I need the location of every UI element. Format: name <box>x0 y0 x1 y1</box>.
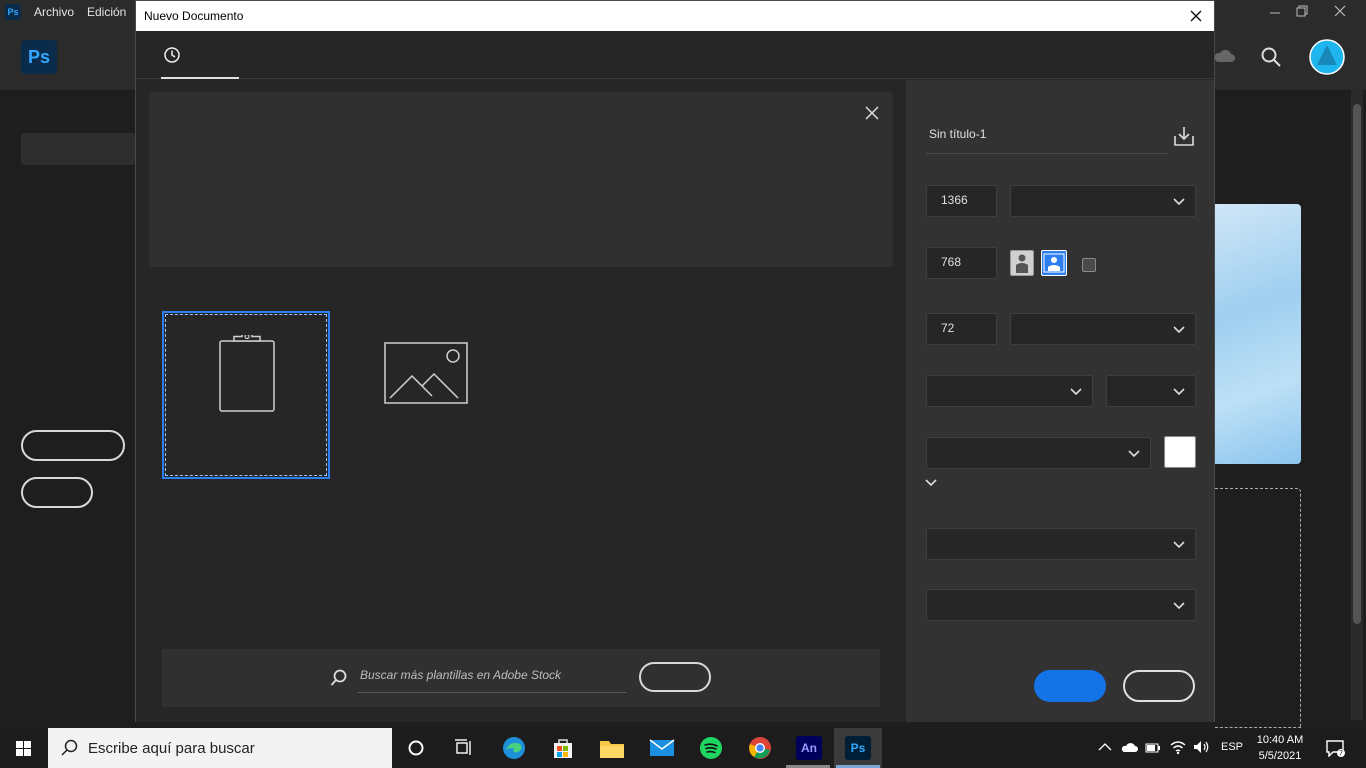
sidebar-search-field[interactable] <box>21 133 135 165</box>
wifi-icon[interactable] <box>1169 739 1187 755</box>
file-explorer-icon[interactable] <box>598 734 626 762</box>
animate-label: An <box>796 736 822 760</box>
search-icon <box>330 669 347 686</box>
close-panel-icon[interactable] <box>865 106 879 120</box>
edge-icon[interactable] <box>500 734 528 762</box>
restore-icon[interactable] <box>1295 4 1309 18</box>
photoshop-taskbar-icon[interactable]: Ps <box>844 734 872 762</box>
width-unit-dropdown[interactable] <box>1010 185 1196 217</box>
menu-edicion[interactable]: Edición <box>87 5 126 19</box>
windows-taskbar: Escribe aquí para buscar An Ps ESP 10:40… <box>0 728 1366 768</box>
menu-archivo[interactable]: Archivo <box>34 5 74 19</box>
windows-start-icon[interactable] <box>0 728 48 768</box>
avatar[interactable] <box>1309 39 1345 75</box>
background-color-swatch[interactable] <box>1164 436 1196 468</box>
cortana-icon[interactable] <box>402 734 430 762</box>
taskbar-search-placeholder: Escribe aquí para buscar <box>88 740 255 757</box>
stock-search-bar: Buscar más plantillas en Adobe Stock <box>162 649 880 707</box>
person-icon <box>1043 253 1065 273</box>
dialog-presets-area: Buscar más plantillas en Adobe Stock <box>136 80 906 722</box>
preset-details-panel: Sin título-1 1366 768 72 <box>906 80 1214 722</box>
clock-time: 10:40 AM <box>1256 734 1304 746</box>
recent-panel <box>149 92 893 267</box>
resolution-unit-dropdown[interactable] <box>1010 313 1196 345</box>
chevron-down-icon <box>1173 326 1185 334</box>
chevron-down-icon <box>1173 541 1185 549</box>
ps-home-sidebar <box>0 90 135 720</box>
create-button[interactable] <box>1034 670 1106 702</box>
chevron-down-icon <box>1128 450 1140 458</box>
system-clock[interactable]: 10:40 AM 5/5/2021 <box>1251 732 1309 764</box>
photoshop-mini-logo: Ps <box>5 4 21 20</box>
store-icon[interactable] <box>549 734 577 762</box>
search-icon[interactable] <box>1260 46 1282 68</box>
sidebar-pill-button-small[interactable] <box>21 477 93 508</box>
volume-icon[interactable] <box>1192 739 1210 755</box>
new-document-dialog: Nuevo Documento Buscar más plantillas en… <box>135 0 1215 722</box>
stock-search-button[interactable] <box>639 662 711 692</box>
pixel-aspect-dropdown[interactable] <box>926 589 1196 621</box>
ps-home-recent-area <box>1215 90 1366 728</box>
color-mode-dropdown[interactable] <box>926 375 1093 407</box>
landscape-orientation-button[interactable] <box>1041 250 1067 276</box>
recent-file-thumbnail[interactable] <box>1215 204 1301 464</box>
advanced-options-chevron-icon[interactable] <box>924 478 938 488</box>
bit-depth-dropdown[interactable] <box>1106 375 1196 407</box>
image-preset-icon[interactable] <box>384 342 468 404</box>
save-preset-icon[interactable] <box>1172 124 1196 148</box>
color-profile-dropdown[interactable] <box>926 528 1196 560</box>
scrollbar[interactable] <box>1351 90 1363 720</box>
chevron-down-icon <box>1070 388 1082 396</box>
photoshop-label: Ps <box>845 736 871 760</box>
taskbar-search-box[interactable]: Escribe aquí para buscar <box>48 728 392 768</box>
close-app-icon[interactable] <box>1333 4 1347 18</box>
photoshop-logo: Ps <box>21 40 57 74</box>
scrollbar-thumb[interactable] <box>1353 104 1361 624</box>
svg-text:7: 7 <box>1339 751 1343 758</box>
stock-search-input[interactable]: Buscar más plantillas en Adobe Stock <box>357 661 627 693</box>
height-field[interactable]: 768 <box>926 247 997 279</box>
dialog-titlebar: Nuevo Documento <box>136 1 1214 31</box>
close-icon[interactable] <box>1186 6 1206 26</box>
clipboard-preset-tile[interactable] <box>162 311 330 479</box>
close-button[interactable] <box>1123 670 1195 702</box>
portrait-orientation-button[interactable] <box>1010 250 1034 276</box>
tab-recent[interactable] <box>161 31 239 79</box>
chevron-down-icon <box>1173 198 1185 206</box>
resolution-field[interactable]: 72 <box>926 313 997 345</box>
background-contents-dropdown[interactable] <box>926 437 1151 469</box>
clock-icon <box>164 47 180 63</box>
person-icon <box>1016 254 1028 273</box>
chevron-down-icon <box>1173 602 1185 610</box>
document-name-field[interactable]: Sin título-1 <box>926 118 1168 154</box>
notifications-icon[interactable]: 7 <box>1325 739 1345 757</box>
language-indicator[interactable]: ESP <box>1221 741 1243 753</box>
spotify-icon[interactable] <box>697 734 725 762</box>
chrome-icon[interactable] <box>746 734 774 762</box>
width-field[interactable]: 1366 <box>926 185 997 217</box>
task-view-icon[interactable] <box>450 734 478 762</box>
chevron-down-icon <box>1173 388 1185 396</box>
clock-date: 5/5/2021 <box>1258 750 1302 762</box>
battery-icon[interactable] <box>1145 740 1161 756</box>
drop-zone <box>1215 488 1301 728</box>
sidebar-pill-button[interactable] <box>21 430 125 461</box>
dialog-tabs <box>136 31 1214 79</box>
clipboard-icon <box>219 335 275 412</box>
dialog-title: Nuevo Documento <box>144 9 244 23</box>
onedrive-icon[interactable] <box>1120 741 1138 753</box>
minimize-icon[interactable] <box>1268 6 1282 18</box>
chevron-up-icon[interactable] <box>1098 742 1112 752</box>
artboards-checkbox[interactable] <box>1082 258 1096 272</box>
cloud-icon[interactable] <box>1212 46 1236 64</box>
animate-icon[interactable]: An <box>795 734 823 762</box>
search-icon <box>61 739 78 756</box>
mail-icon[interactable] <box>648 734 676 762</box>
